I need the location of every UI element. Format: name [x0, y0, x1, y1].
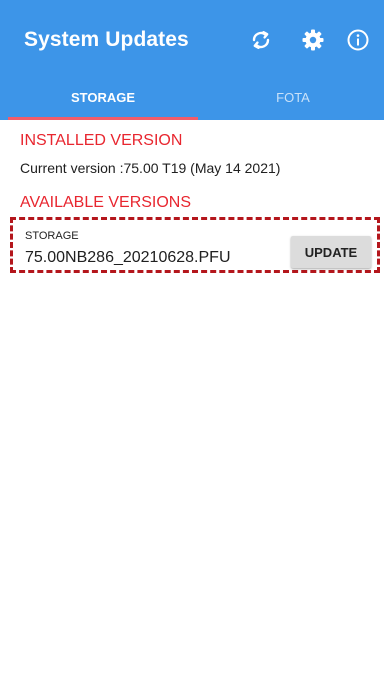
system-updates-screen: System Updates STORAGE FOTA INSTALLED VE…	[0, 0, 384, 682]
update-button[interactable]: UPDATE	[291, 236, 371, 268]
installed-version-heading: INSTALLED VERSION	[20, 132, 183, 149]
available-versions-heading: AVAILABLE VERSIONS	[20, 194, 192, 211]
gear-icon[interactable]	[297, 24, 329, 56]
available-version-item: STORAGE 75.00NB286_20210628.PFU UPDATE	[10, 217, 380, 273]
selected-tab-indicator	[8, 117, 198, 120]
sync-icon[interactable]	[245, 24, 277, 56]
app-bar: System Updates STORAGE FOTA	[0, 0, 384, 120]
tab-storage[interactable]: STORAGE	[8, 74, 198, 120]
tab-fota[interactable]: FOTA	[198, 74, 384, 120]
version-filename: 75.00NB286_20210628.PFU	[25, 249, 231, 266]
version-source-label: STORAGE	[25, 230, 79, 242]
info-icon[interactable]	[342, 24, 374, 56]
current-version-text: Current version :75.00 T19 (May 14 2021)	[20, 160, 281, 176]
app-title: System Updates	[24, 28, 189, 51]
tab-bar: STORAGE FOTA	[0, 74, 384, 120]
